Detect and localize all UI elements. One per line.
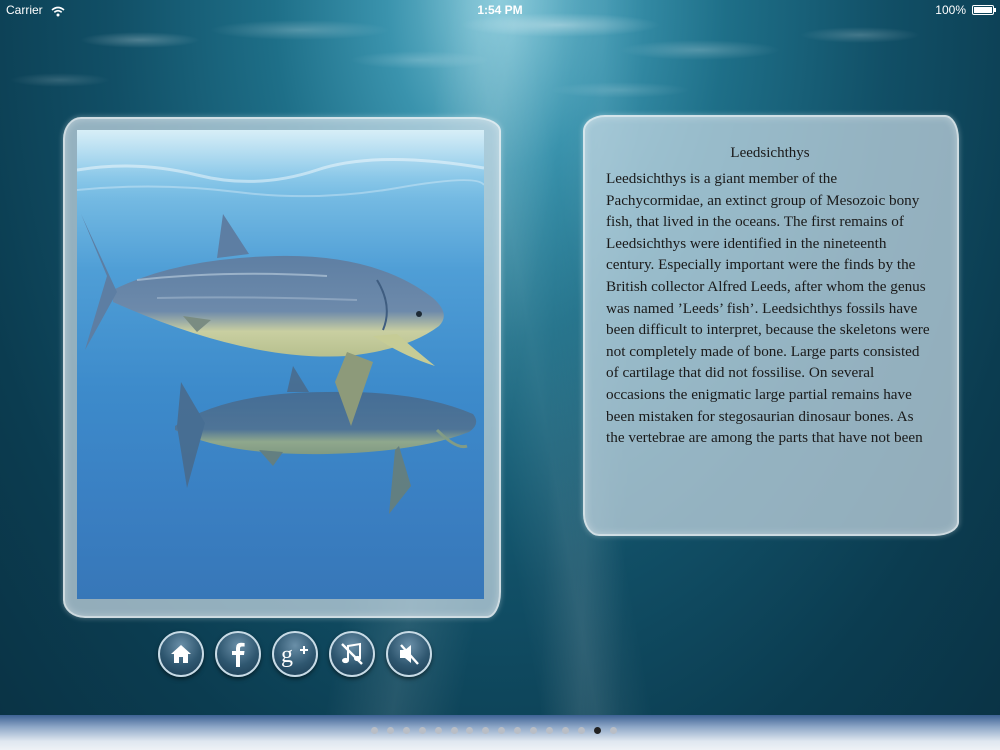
music-off-button[interactable] bbox=[329, 631, 375, 677]
battery-icon bbox=[972, 5, 996, 15]
page-dot[interactable] bbox=[386, 727, 394, 734]
page-dot[interactable] bbox=[577, 727, 585, 734]
status-time: 1:54 PM bbox=[477, 3, 523, 17]
page-dot[interactable] bbox=[561, 727, 569, 734]
article-text: Leedsichthys is a giant member of the Pa… bbox=[606, 170, 930, 447]
facebook-button[interactable] bbox=[215, 631, 261, 677]
facebook-icon bbox=[232, 642, 245, 667]
page-dot[interactable] bbox=[418, 727, 426, 734]
page-dot[interactable] bbox=[450, 727, 458, 734]
leedsichthys-illustration bbox=[77, 130, 484, 599]
google-plus-button[interactable]: g bbox=[272, 631, 318, 677]
page-dot[interactable] bbox=[609, 727, 617, 734]
music-off-icon bbox=[341, 642, 363, 665]
article-title: Leedsichthys bbox=[730, 145, 810, 161]
page-dot[interactable] bbox=[530, 727, 537, 734]
sound-off-button[interactable] bbox=[386, 631, 432, 677]
battery-percentage: 100% bbox=[935, 3, 966, 17]
page-dot[interactable] bbox=[434, 727, 442, 734]
status-bar: Carrier 1:54 PM 100% bbox=[0, 0, 1000, 20]
google-plus-icon: g bbox=[281, 642, 308, 667]
home-button[interactable] bbox=[158, 631, 204, 677]
action-buttons: g bbox=[158, 631, 438, 681]
svg-text:g: g bbox=[281, 642, 293, 667]
page-dot[interactable] bbox=[402, 727, 410, 734]
page-dot[interactable] bbox=[545, 727, 553, 734]
home-icon bbox=[171, 645, 191, 663]
page-dot[interactable] bbox=[593, 727, 601, 734]
page-dot[interactable] bbox=[371, 727, 378, 734]
article-panel[interactable]: Leedsichthys Leedsichthys is a giant mem… bbox=[606, 142, 934, 523]
sound-off-icon bbox=[400, 644, 419, 665]
